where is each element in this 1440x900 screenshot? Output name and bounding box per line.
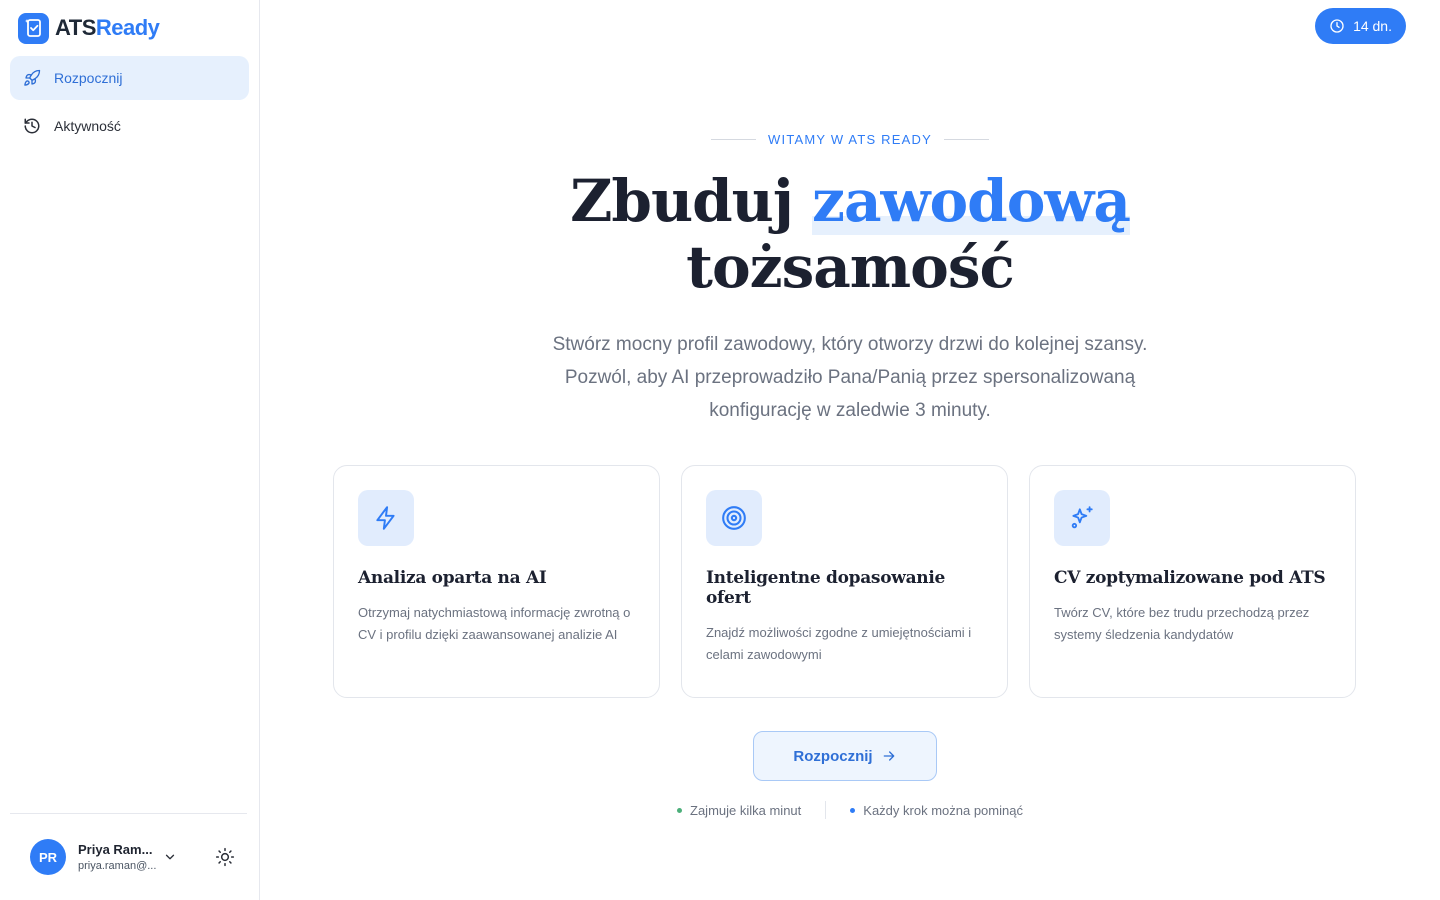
user-name: Priya Ram... (78, 842, 153, 857)
sidebar-nav: Rozpocznij Aktywność (0, 56, 259, 148)
page-title: Zbuduj zawodową tożsamość (260, 167, 1440, 301)
feature-card-matching: Inteligentne dopasowanie ofert Znajdź mo… (681, 465, 1008, 698)
feature-description: Znajdź możliwości zgodne z umiejętnościa… (706, 625, 972, 662)
feature-title: Inteligentne dopasowanie ofert (706, 568, 946, 608)
eyebrow-row: WITAMY W ATS READY (260, 132, 1440, 147)
note-label: Zajmuje kilka minut (690, 802, 802, 818)
logo-icon (18, 12, 49, 44)
sidebar-item-label: Rozpocznij (54, 70, 123, 86)
divider (711, 139, 757, 140)
rocket-icon (24, 69, 41, 86)
feature-title: CV zoptymalizowane pod ATS (1054, 568, 1326, 588)
divider (943, 139, 989, 140)
avatar[interactable]: PR (30, 839, 66, 875)
start-button[interactable]: Rozpocznij (753, 731, 937, 781)
title-part2: tożsamość (686, 233, 1015, 301)
logo-text-ats: ATS (55, 15, 96, 40)
info-notes: Zajmuje kilka minut Każdy krok można pom… (260, 801, 1440, 819)
logo-text: ATSReady (55, 15, 160, 41)
sidebar: ATSReady Rozpocznij Aktywność PR Priya R… (0, 0, 260, 900)
sun-icon[interactable] (213, 845, 237, 869)
feature-card-ats: CV zoptymalizowane pod ATS Twórz CV, któ… (1029, 465, 1356, 698)
lightning-icon (358, 490, 414, 546)
clock-icon (1330, 19, 1344, 33)
subtitle-line: konfigurację w zaledwie 3 minuty. (709, 400, 991, 421)
trial-badge[interactable]: 14 dn. (1315, 8, 1406, 44)
user-info[interactable]: Priya Ram... priya.raman@... (78, 842, 160, 872)
target-icon (706, 490, 762, 546)
trial-label: 14 dn. (1353, 18, 1392, 34)
note-label: Każdy krok można pominąć (863, 802, 1023, 818)
chevron-down-icon[interactable] (160, 847, 180, 867)
note-item: Zajmuje kilka minut (653, 803, 825, 818)
history-icon (24, 118, 40, 134)
sidebar-item-label: Aktywność (54, 118, 121, 134)
feature-description: Otrzymaj natychmiastową informację zwrot… (358, 605, 631, 642)
logo[interactable]: ATSReady (0, 0, 259, 56)
user-email: priya.raman@... (78, 860, 157, 872)
feature-card-ai: Analiza oparta na AI Otrzymaj natychmias… (333, 465, 660, 698)
sparkles-icon (1054, 490, 1110, 546)
status-dot (850, 807, 856, 813)
feature-description: Twórz CV, które bez trudu przechodzą prz… (1054, 605, 1310, 642)
start-button-label: Rozpocznij (793, 747, 873, 765)
eyebrow-text: WITAMY W ATS READY (768, 132, 932, 147)
logo-text-ready: Ready (95, 15, 160, 40)
status-dot (677, 807, 683, 813)
user-panel: PR Priya Ram... priya.raman@... (10, 813, 247, 900)
sidebar-item-rozpocznij[interactable]: Rozpocznij (10, 56, 249, 100)
title-accent: zawodową (812, 167, 1131, 235)
subtitle-line: Stwórz mocny profil zawodowy, który otwo… (552, 334, 1148, 355)
arrow-right-icon (883, 751, 894, 761)
main-content: 14 dn. WITAMY W ATS READY Zbuduj zawodow… (260, 0, 1440, 900)
sidebar-item-aktywnosc[interactable]: Aktywność (10, 104, 249, 148)
subtitle-line: Pozwól, aby AI przeprowadziło Pana/Panią… (564, 367, 1136, 388)
title-part1: Zbuduj (570, 167, 813, 235)
feature-title: Analiza oparta na AI (358, 568, 547, 588)
note-item: Każdy krok można pominąć (826, 803, 1047, 818)
page-subtitle: Stwórz mocny profil zawodowy, który otwo… (260, 328, 1440, 427)
feature-cards: Analiza oparta na AI Otrzymaj natychmias… (333, 465, 1356, 698)
